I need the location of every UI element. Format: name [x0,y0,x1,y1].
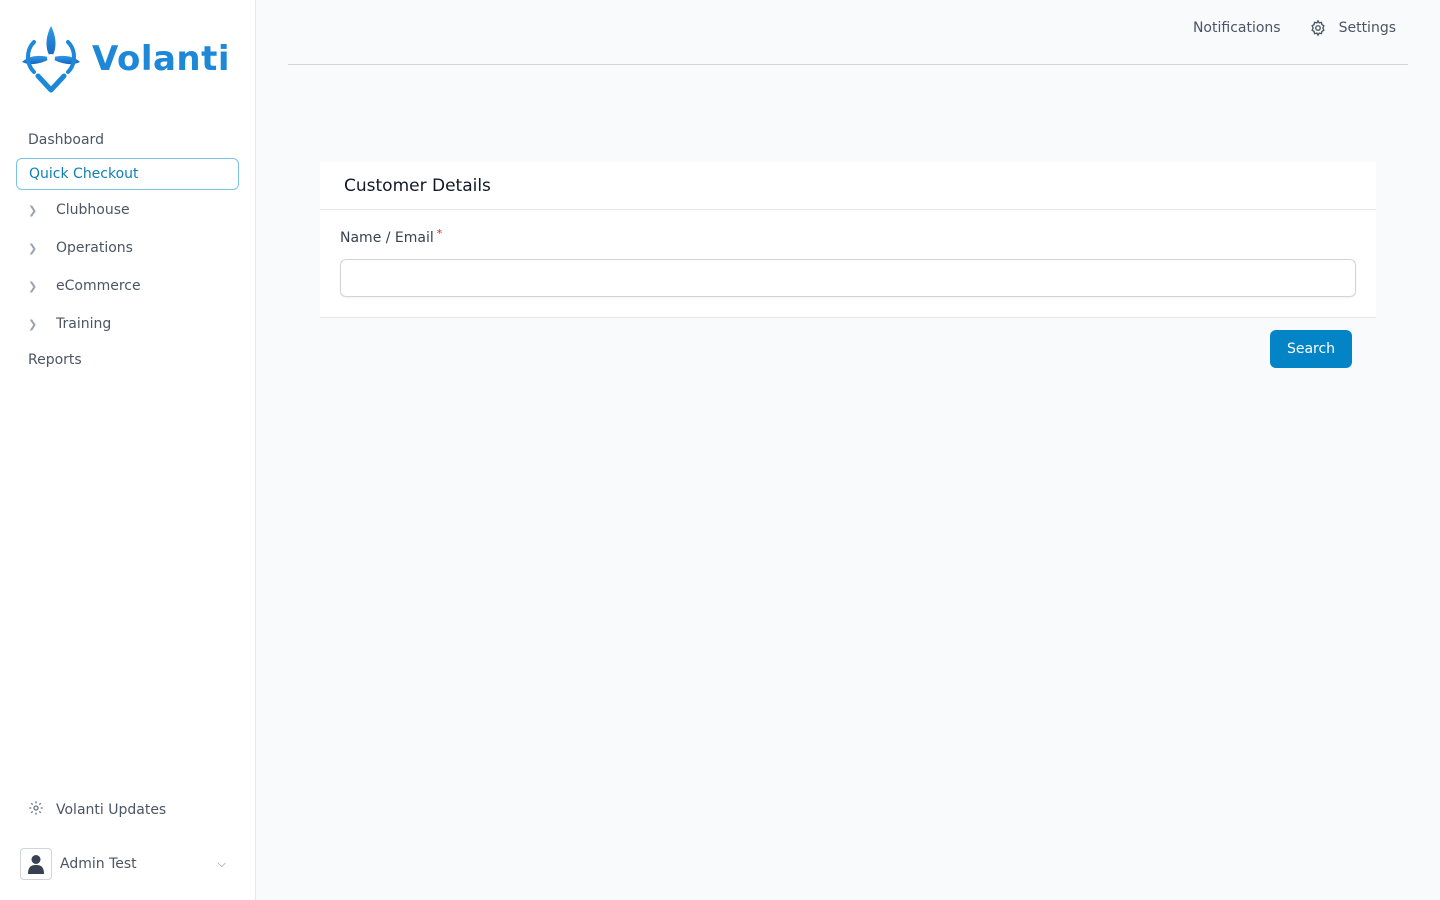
settings-link[interactable]: Settings [1309,17,1396,39]
sidebar-item-operations[interactable]: ❯ Operations [16,230,239,266]
sidebar-item-label: Quick Checkout [29,166,139,182]
sidebar-item-ecommerce[interactable]: ❯ eCommerce [16,268,239,304]
sidebar-item-label: Clubhouse [56,202,130,218]
chevron-down-icon: ⌵ [217,857,226,870]
field-label-text: Name / Email [340,230,434,246]
sidebar-item-quick-checkout[interactable]: Quick Checkout [16,158,239,190]
sidebar-item-label: Training [56,316,112,332]
gear-icon [1309,19,1327,37]
volanti-logo-icon [22,26,80,93]
name-email-label: Name / Email * [340,227,443,246]
user-icon [20,848,52,880]
sidebar-item-label: eCommerce [56,278,141,294]
volanti-updates-link[interactable]: Volanti Updates [28,798,166,822]
updates-label: Volanti Updates [56,802,167,818]
chevron-right-icon: ❯ [28,279,38,293]
search-button[interactable]: Search [1270,330,1352,368]
sidebar-nav: Dashboard Quick Checkout ❯ Clubhouse ❯ O… [16,124,239,378]
top-bar: Notifications Settings [288,0,1408,65]
settings-label: Settings [1338,20,1396,36]
card-title: Customer Details [320,162,1376,210]
notifications-link[interactable]: Notifications [1193,17,1281,39]
sidebar-item-label: Reports [28,352,82,368]
top-links: Notifications Settings [1193,17,1396,39]
sidebar-item-label: Dashboard [28,132,104,148]
brand-logo[interactable]: Volanti [20,24,230,94]
user-menu[interactable]: Admin Test ⌵ [20,847,232,881]
sidebar: Volanti Dashboard Quick Checkout ❯ Clubh… [0,0,256,900]
name-email-input[interactable] [340,259,1356,297]
required-mark: * [436,227,443,240]
sidebar-item-dashboard[interactable]: Dashboard [16,124,239,156]
chevron-right-icon: ❯ [28,317,38,331]
gear-icon [28,800,56,820]
customer-details-card: Customer Details Name / Email * [320,162,1376,318]
chevron-right-icon: ❯ [28,241,38,255]
sidebar-item-clubhouse[interactable]: ❯ Clubhouse [16,192,239,228]
sidebar-item-reports[interactable]: Reports [16,344,239,376]
brand-name: Volanti [92,39,231,79]
sidebar-item-label: Operations [56,240,133,256]
user-name: Admin Test [60,856,137,872]
notifications-label: Notifications [1192,20,1281,36]
chevron-right-icon: ❯ [28,203,38,217]
sidebar-item-training[interactable]: ❯ Training [16,306,239,342]
